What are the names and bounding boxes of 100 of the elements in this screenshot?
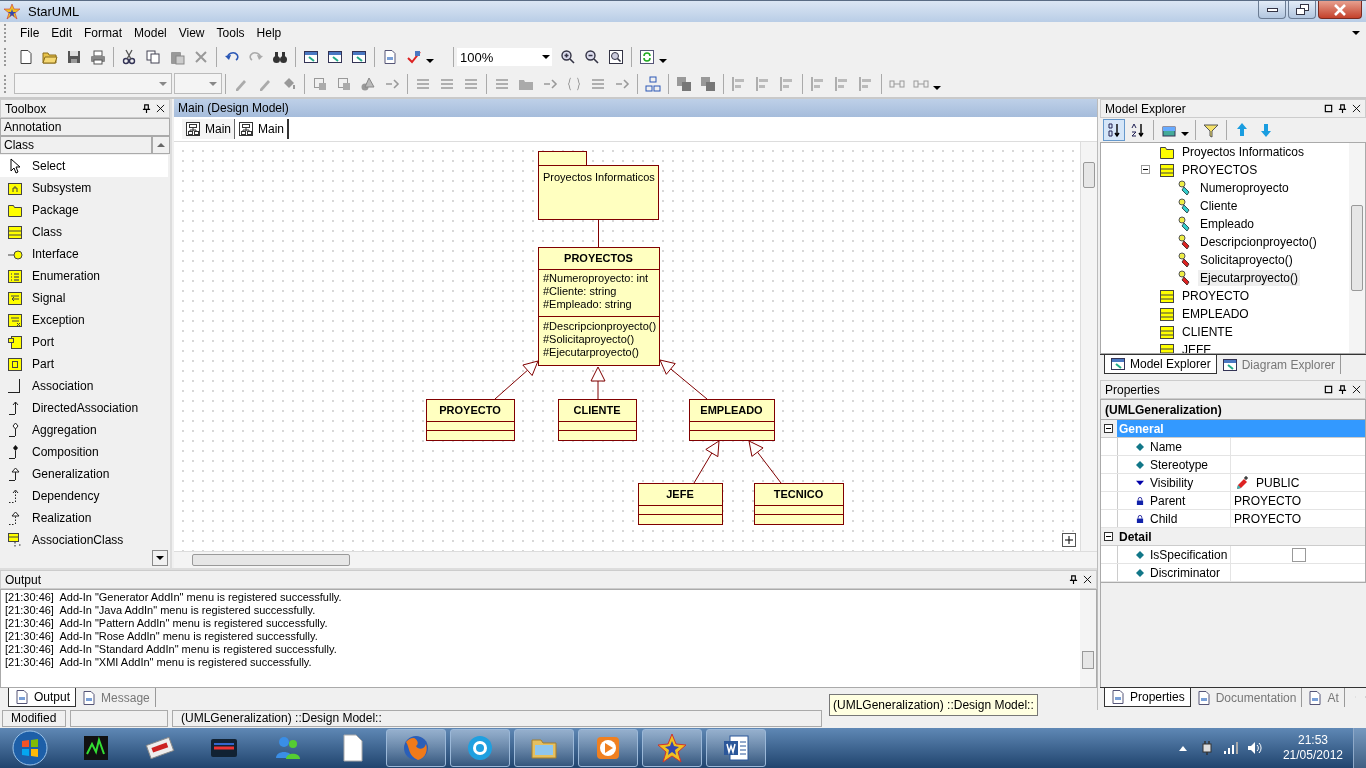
zoom-out-icon[interactable]: [584, 49, 600, 65]
save-icon[interactable]: [66, 49, 82, 65]
clock-time[interactable]: 21:53: [1297, 733, 1328, 748]
tree-item[interactable]: Proyectos Informaticos: [1180, 144, 1307, 160]
tree-item[interactable]: PROYECTOS: [1180, 162, 1260, 178]
tool-item[interactable]: Enumeration: [0, 265, 170, 287]
tool-item[interactable]: Class: [0, 221, 170, 243]
tool-item[interactable]: Composition: [0, 441, 170, 463]
collapse-toggle[interactable]: [1104, 424, 1113, 433]
panel-tab[interactable]: Documentation: [1190, 688, 1303, 707]
tool-item[interactable]: Subsystem: [0, 177, 170, 199]
panel-tab[interactable]: Model Explorer: [1104, 355, 1217, 374]
restore-button[interactable]: [1288, 1, 1316, 19]
maximize-icon[interactable]: [1324, 104, 1333, 113]
tool-item[interactable]: Port: [0, 331, 170, 353]
taskbar-button[interactable]: [642, 729, 702, 767]
dropdown-arrow-icon[interactable]: [933, 85, 941, 90]
tool-item[interactable]: Dependency: [0, 485, 170, 507]
window-icon[interactable]: [303, 49, 319, 65]
shapes-icon[interactable]: [360, 75, 376, 92]
tool-item[interactable]: Package: [0, 199, 170, 221]
menu-item[interactable]: Tools: [210, 26, 251, 40]
menu-item[interactable]: Edit: [45, 26, 79, 40]
pin-icon[interactable]: [1069, 575, 1078, 584]
sort-icon[interactable]: [1130, 122, 1146, 138]
property-value[interactable]: PUBLIC: [1256, 475, 1300, 490]
print-icon[interactable]: [90, 49, 106, 65]
window-icon[interactable]: [327, 49, 343, 65]
navigator-icon[interactable]: [1062, 533, 1076, 547]
caret-icon[interactable]: [1178, 745, 1187, 751]
vertical-scrollbar[interactable]: [1080, 142, 1097, 551]
scroll-down-button[interactable]: [152, 550, 168, 566]
minimize-button[interactable]: [1258, 1, 1286, 19]
panel-tab[interactable]: Message: [76, 688, 156, 707]
zoom-dropdown[interactable]: 100%: [457, 48, 552, 66]
panel-tab[interactable]: Properties: [1104, 688, 1191, 707]
tool-item[interactable]: Interface: [0, 243, 170, 265]
checkbox[interactable]: [1292, 547, 1306, 562]
menu-item[interactable]: File: [14, 26, 46, 40]
down-arrow-icon[interactable]: [1258, 122, 1274, 138]
collapse-toggle[interactable]: [1104, 532, 1113, 541]
pin-icon[interactable]: [1338, 385, 1347, 394]
close-icon[interactable]: [1352, 104, 1361, 113]
section-header[interactable]: Annotation: [0, 118, 170, 136]
tree-item[interactable]: Ejecutarproyecto(): [1198, 270, 1301, 286]
close-icon[interactable]: [1083, 575, 1092, 584]
tree-item[interactable]: EMPLEADO: [1180, 306, 1251, 322]
menu-item[interactable]: Model: [128, 26, 173, 40]
tree-item[interactable]: Solicitaproyecto(): [1198, 252, 1295, 268]
vertical-scrollbar[interactable]: [1349, 143, 1365, 353]
show-desktop-button[interactable]: [1353, 728, 1366, 768]
filter-icon[interactable]: [1203, 122, 1219, 138]
up-arrow-icon[interactable]: [1234, 122, 1250, 138]
pin-icon[interactable]: [1338, 104, 1347, 113]
window-icon[interactable]: [351, 49, 367, 65]
tool-item[interactable]: Exception: [0, 309, 170, 331]
tree-item[interactable]: PROYECTO: [1180, 288, 1252, 304]
tool-item[interactable]: Aggregation: [0, 419, 170, 441]
clock-date[interactable]: 21/05/2012: [1282, 748, 1343, 763]
menu-item[interactable]: View: [172, 26, 211, 40]
tool-item[interactable]: Realization: [0, 507, 170, 529]
zoom-in-icon[interactable]: [560, 49, 576, 65]
dropdown-arrow-icon[interactable]: [426, 59, 434, 63]
taskbar-button[interactable]: [578, 729, 638, 767]
vertical-scrollbar[interactable]: [1080, 590, 1096, 687]
property-value[interactable]: PROYECTO: [1234, 511, 1302, 526]
taskbar-button[interactable]: [514, 729, 574, 767]
cut-icon[interactable]: [121, 49, 137, 65]
check-icon[interactable]: [406, 49, 422, 65]
zoom-fit-icon[interactable]: [608, 49, 624, 65]
hierarchy-icon[interactable]: [645, 75, 661, 92]
horizontal-scrollbar[interactable]: [174, 551, 1097, 568]
tool-item[interactable]: DirectedAssociation: [0, 397, 170, 419]
dropdown-arrow-icon[interactable]: [659, 59, 667, 63]
collapse-toggle[interactable]: [1141, 165, 1150, 174]
tool-item[interactable]: Part: [0, 353, 170, 375]
signal-icon[interactable]: [1222, 740, 1239, 756]
tool-item[interactable]: Select: [0, 155, 168, 177]
refresh-icon[interactable]: [639, 49, 655, 65]
property-value[interactable]: PROYECTO: [1234, 493, 1302, 508]
tool-item[interactable]: AssociationClass: [0, 529, 170, 551]
close-icon[interactable]: [1352, 385, 1361, 394]
tool-item[interactable]: Generalization: [0, 463, 170, 485]
panel-tab[interactable]: At: [1302, 688, 1345, 707]
tree-item[interactable]: Descripcionproyecto(): [1198, 234, 1319, 250]
open-folder-icon[interactable]: [42, 49, 58, 65]
pin-icon[interactable]: [142, 104, 151, 113]
panel-tab[interactable]: Output: [8, 688, 77, 707]
tree-item[interactable]: Empleado: [1198, 216, 1257, 232]
close-button[interactable]: [1318, 1, 1362, 19]
tool-item[interactable]: Association: [0, 375, 170, 397]
tree-item[interactable]: Cliente: [1198, 198, 1240, 214]
new-file-icon[interactable]: [18, 49, 34, 65]
scroll-up-button[interactable]: [152, 136, 170, 154]
tool-item[interactable]: Signal: [0, 287, 170, 309]
binoculars-icon[interactable]: [272, 49, 288, 65]
layers-icon[interactable]: [676, 75, 692, 92]
document-icon[interactable]: [382, 49, 398, 65]
taskbar-button[interactable]: [706, 729, 766, 767]
diagram-tab[interactable]: Main: [182, 119, 235, 139]
